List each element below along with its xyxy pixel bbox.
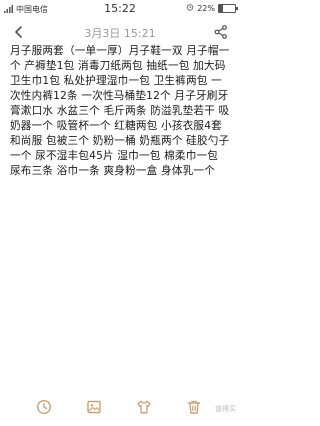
title-bar: 3月3日 15:21 [0, 18, 240, 46]
status-bar: 中国电信 15:22 22% [0, 0, 240, 18]
share-icon [214, 25, 227, 39]
note-content[interactable]: 月子服两套（一单一厚）月子鞋一双 月子帽一个 产褥垫1包 消毒刀纸两包 抽纸一包… [10, 44, 232, 179]
shirt-icon [137, 400, 151, 414]
clock-icon [36, 399, 52, 415]
share-button[interactable] [210, 21, 232, 43]
battery-percent: 22% [197, 3, 215, 13]
image-button[interactable] [83, 396, 105, 418]
reminder-button[interactable] [33, 396, 55, 418]
theme-button[interactable] [133, 396, 155, 418]
delete-button[interactable] [183, 396, 205, 418]
battery-icon [218, 3, 238, 13]
watermark: 值得买 [215, 405, 236, 413]
trash-icon [187, 400, 201, 414]
alarm-icon [186, 3, 194, 13]
battery-fill [219, 4, 223, 12]
image-icon [87, 400, 101, 414]
bottom-toolbar [0, 392, 240, 422]
note-date-title: 3月3日 15:21 [84, 27, 156, 40]
status-right: 22% [186, 3, 238, 13]
